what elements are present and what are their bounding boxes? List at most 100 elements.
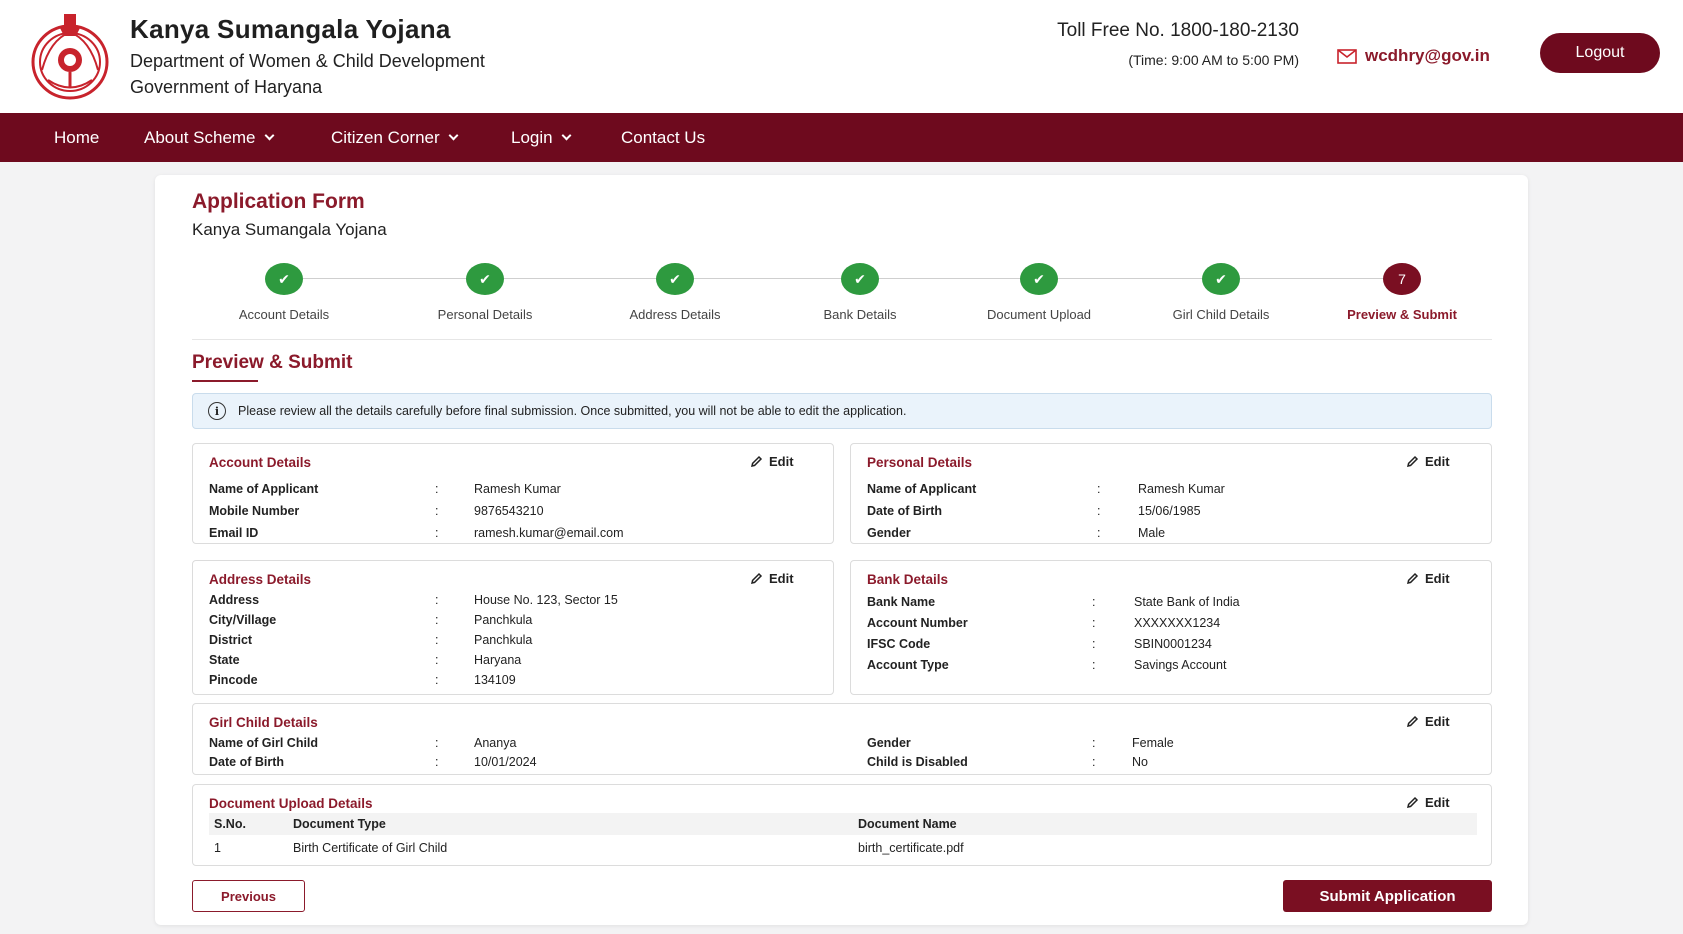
detail-row: State : Haryana [209,653,809,669]
step-girl-child-details[interactable]: ✔ Girl Child Details [1141,263,1301,322]
step-address-details[interactable]: ✔ Address Details [595,263,755,322]
nav-contact-us[interactable]: Contact Us [621,113,705,162]
nav-contact-us-label: Contact Us [621,128,706,147]
nav-home[interactable]: Home [54,113,99,162]
check-icon: ✔ [1202,263,1240,295]
detail-row: City/Village : Panchkula [209,613,809,629]
colon: : [1097,482,1101,496]
submit-application-button[interactable]: Submit Application [1283,880,1492,912]
detail-value: ramesh.kumar@email.com [474,526,624,540]
edit-documents-button[interactable]: Edit [1406,795,1450,810]
detail-value: SBIN0001234 [1134,637,1212,651]
detail-row: Account Number : XXXXXXX1234 [867,616,1467,632]
column-header: Document Name [858,817,957,831]
toll-free-number: Toll Free No. 1800-180-2130 [1057,20,1299,41]
check-icon: ✔ [656,263,694,295]
colon: : [1092,736,1096,750]
personal-details-panel: Personal Details Edit Name of Applicant … [850,443,1492,544]
section-underline [192,380,258,382]
contact-email-link[interactable]: wcdhry@gov.in [1337,46,1490,66]
colon: : [435,482,439,496]
detail-label: State [209,653,240,667]
application-form-card: Application Form Kanya Sumangala Yojana … [155,175,1528,925]
colon: : [435,504,439,518]
step-preview-submit[interactable]: 7 Preview & Submit [1322,263,1482,322]
detail-label: Pincode [209,673,258,687]
edit-personal-button[interactable]: Edit [1406,454,1450,469]
helpline-timing: (Time: 9:00 AM to 5:00 PM) [1128,52,1299,68]
edit-girl-child-button[interactable]: Edit [1406,714,1450,729]
nav-about-scheme[interactable]: About Scheme [144,113,274,162]
colon: : [1097,526,1101,540]
detail-row: Gender : Male [867,526,1467,542]
detail-label: Date of Birth [209,755,284,769]
detail-row: Name of Applicant : Ramesh Kumar [867,482,1467,498]
colon: : [1092,595,1096,609]
detail-label: District [209,633,253,647]
step-account-details[interactable]: ✔ Account Details [204,263,364,322]
form-subtitle: Kanya Sumangala Yojana [192,220,387,239]
info-icon: i [208,402,226,420]
detail-label: Child is Disabled [867,755,968,769]
nav-login[interactable]: Login [511,113,572,162]
colon: : [435,526,439,540]
step-label: Account Details [238,307,330,322]
check-icon: ✔ [841,263,879,295]
edit-bank-button[interactable]: Edit [1406,571,1450,586]
colon: : [435,736,439,750]
detail-value: Ramesh Kumar [1138,482,1225,496]
edit-label: Edit [1425,571,1450,586]
detail-value: No [1132,755,1148,769]
detail-row: IFSC Code : SBIN0001234 [867,637,1467,653]
panel-title: Personal Details [867,455,973,470]
detail-label: Account Type [867,658,949,672]
mail-icon [1337,48,1357,64]
pencil-icon [1406,455,1419,468]
detail-label: City/Village [209,613,277,627]
check-icon: ✔ [1020,263,1058,295]
edit-account-button[interactable]: Edit [750,454,794,469]
department-name: Department of Women & Child Development [130,51,485,71]
colon: : [435,673,439,687]
nav-home-label: Home [54,128,100,147]
detail-label: Address [209,593,260,607]
nav-login-label: Login [511,128,553,147]
detail-row: District : Panchkula [209,633,809,649]
step-document-upload[interactable]: ✔ Document Upload [959,263,1119,322]
detail-row: Pincode : 134109 [209,673,809,689]
step-label: Bank Details [823,307,897,322]
detail-value: Savings Account [1134,658,1227,672]
detail-value: House No. 123, Sector 15 [474,593,618,607]
document-file-link[interactable]: birth_certificate.pdf [858,841,964,855]
detail-row: Account Type : Savings Account [867,658,1467,674]
colon: : [435,613,439,627]
detail-value: Ramesh Kumar [474,482,561,496]
chevron-down-icon [448,130,459,141]
detail-row: Address : House No. 123, Sector 15 [209,593,809,609]
step-personal-details[interactable]: ✔ Personal Details [405,263,565,322]
detail-label: Date of Birth [867,504,942,518]
panel-title: Document Upload Details [209,796,373,811]
contact-email-text: wcdhry@gov.in [1365,46,1490,65]
nav-citizen-corner[interactable]: Citizen Corner [331,113,459,162]
divider [192,339,1492,340]
detail-label: Email ID [209,526,259,540]
edit-label: Edit [1425,714,1450,729]
detail-value: Male [1138,526,1166,540]
detail-label: Name of Girl Child [209,736,319,750]
logout-button[interactable]: Logout [1540,33,1660,73]
edit-label: Edit [769,454,794,469]
pencil-icon [750,455,763,468]
edit-label: Edit [1425,454,1450,469]
edit-address-button[interactable]: Edit [750,571,794,586]
detail-label: Gender [867,526,911,540]
progress-stepper: ✔ Account Details ✔ Personal Details ✔ A… [155,263,1528,323]
previous-button[interactable]: Previous [192,880,305,912]
government-name: Government of Haryana [130,77,323,97]
detail-label: Account Number [867,616,968,630]
review-notice: i Please review all the details carefull… [192,393,1492,429]
step-bank-details[interactable]: ✔ Bank Details [780,263,940,322]
pencil-icon [1406,715,1419,728]
colon: : [1092,755,1096,769]
step-label: Address Details [629,307,721,322]
